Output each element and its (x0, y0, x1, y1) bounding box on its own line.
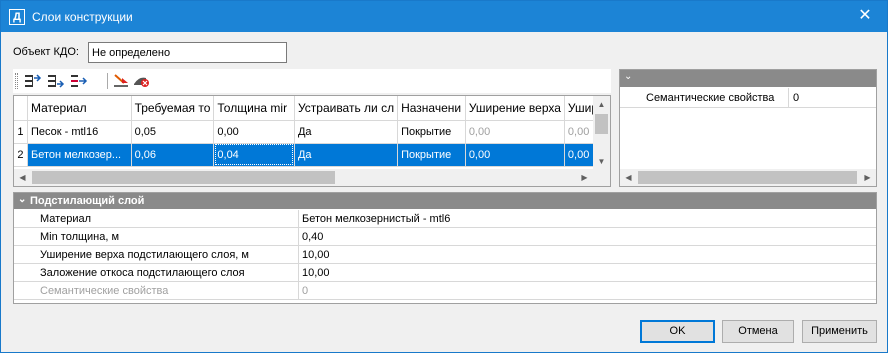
table-cell[interactable]: Бетон мелкозер... (27, 143, 132, 167)
insert-row-below-icon[interactable] (46, 72, 65, 90)
column-divider (298, 282, 299, 300)
underlying-layer-header[interactable]: ⌄ Подстилающий слой (14, 193, 876, 209)
property-row-top-widening[interactable]: Уширение верха подстилающего слоя, м 10,… (14, 246, 876, 264)
table-cell[interactable]: Покрытие (397, 120, 466, 144)
scroll-left-arrow[interactable]: ◀ (14, 169, 31, 186)
window-title: Слои конструкции (32, 10, 133, 24)
column-header[interactable]: Устраивать ли сл (294, 96, 399, 121)
column-divider (298, 264, 299, 282)
column-header[interactable]: Толщина mir (213, 96, 295, 121)
scroll-up-arrow[interactable]: ▲ (593, 96, 610, 113)
chevron-down-icon[interactable]: ⌄ (624, 71, 632, 82)
app-icon: Д (9, 9, 25, 25)
title-bar: Д Слои конструкции ✕ (1, 1, 887, 32)
column-header[interactable]: Требуемая то (131, 96, 215, 121)
scroll-thumb[interactable] (32, 171, 335, 184)
property-row-slope[interactable]: Заложение откоса подстилающего слоя 10,0… (14, 264, 876, 282)
section-title: Подстилающий слой (30, 195, 145, 207)
column-header[interactable]: Материал (27, 96, 132, 121)
vertical-scrollbar[interactable]: ▲ ▼ (593, 96, 610, 170)
property-value[interactable]: Бетон мелкозернистый - mtl6 (302, 213, 450, 225)
property-key: Заложение откоса подстилающего слоя (40, 267, 245, 279)
scroll-right-arrow[interactable]: ▶ (859, 169, 876, 186)
table-row[interactable]: 1 Песок - mtl16 0,05 0,00 Да Покрытие 0,… (14, 120, 610, 144)
object-label: Объект КДО: (13, 46, 79, 58)
property-value[interactable]: 10,00 (302, 267, 330, 279)
table-cell[interactable]: Песок - mtl16 (27, 120, 132, 144)
property-row-material[interactable]: Материал Бетон мелкозернистый - mtl6 (14, 210, 876, 228)
delete-layer-icon[interactable] (131, 72, 150, 90)
toolbar-grip (15, 73, 18, 89)
column-header[interactable]: Назначени (397, 96, 466, 121)
scroll-thumb[interactable] (638, 171, 857, 184)
ok-button[interactable]: OK (640, 320, 715, 343)
column-divider (298, 228, 299, 246)
horizontal-scrollbar[interactable]: ◀ ▶ (14, 169, 610, 186)
table-row-selected[interactable]: 2 Бетон мелкозер... 0,06 0,04 Да Покрыти… (14, 143, 610, 167)
property-row[interactable]: Семантические свойства 0 (620, 88, 876, 108)
property-value[interactable]: 0 (793, 92, 799, 104)
move-row-icon[interactable] (69, 72, 88, 90)
scroll-thumb[interactable] (595, 114, 608, 134)
scroll-down-arrow[interactable]: ▼ (593, 153, 610, 170)
table-cell[interactable]: 0,06 (131, 143, 215, 167)
table-cell[interactable]: 0,05 (131, 120, 215, 144)
row-number[interactable]: 2 (14, 143, 28, 167)
property-key: Min толщина, м (40, 231, 120, 243)
property-key: Материал (40, 213, 91, 225)
table-cell[interactable]: 0,00 (465, 143, 565, 167)
column-divider (298, 246, 299, 264)
property-key: Семантические свойства (40, 285, 169, 297)
table-cell[interactable]: Да (294, 120, 399, 144)
scroll-corner (593, 169, 610, 186)
column-header[interactable] (14, 96, 28, 121)
layers-grid: Материал Требуемая то Толщина mir Устраи… (13, 95, 611, 187)
column-divider (788, 88, 789, 108)
table-cell[interactable]: 0,00 (213, 120, 295, 144)
table-cell[interactable]: 0,00 (465, 120, 565, 144)
layers-table: Материал Требуемая то Толщина mir Устраи… (14, 96, 610, 167)
horizontal-scrollbar[interactable]: ◀ ▶ (620, 169, 876, 186)
properties-panel: ⌄ Семантические свойства 0 ◀ ▶ (619, 69, 877, 187)
chevron-down-icon[interactable]: ⌄ (18, 194, 26, 205)
layers-toolbar (13, 69, 611, 93)
object-field[interactable] (88, 42, 287, 63)
toolbar-separator (107, 73, 108, 89)
column-divider (298, 210, 299, 228)
property-value[interactable]: 0,40 (302, 231, 323, 243)
row-number[interactable]: 1 (14, 120, 28, 144)
dialog-window: Д Слои конструкции ✕ Объект КДО: Не опре… (0, 0, 888, 353)
table-cell[interactable]: Да (294, 143, 399, 167)
insert-row-above-icon[interactable] (23, 72, 42, 90)
scroll-right-arrow[interactable]: ▶ (576, 169, 593, 186)
property-key: Семантические свойства (646, 92, 775, 104)
property-value[interactable]: 10,00 (302, 249, 330, 261)
table-header-row: Материал Требуемая то Толщина mir Устраи… (14, 96, 610, 121)
scroll-left-arrow[interactable]: ◀ (620, 169, 637, 186)
underlying-layer-panel: ⌄ Подстилающий слой Материал Бетон мелко… (13, 192, 877, 304)
close-button[interactable]: ✕ (843, 1, 887, 32)
property-value: 0 (302, 285, 309, 297)
table-cell[interactable]: Покрытие (397, 143, 466, 167)
column-header[interactable]: Уширение верха (465, 96, 565, 121)
apply-button[interactable]: Применить (802, 320, 877, 343)
property-key: Уширение верха подстилающего слоя, м (40, 249, 249, 261)
property-row-min-thickness[interactable]: Min толщина, м 0,40 (14, 228, 876, 246)
import-layers-icon[interactable] (112, 72, 131, 90)
cancel-button[interactable]: Отмена (722, 320, 794, 343)
table-cell-focused[interactable]: 0,04 (213, 143, 295, 167)
property-row-semantic: Семантические свойства 0 (14, 282, 876, 300)
properties-header[interactable]: ⌄ (620, 70, 876, 87)
